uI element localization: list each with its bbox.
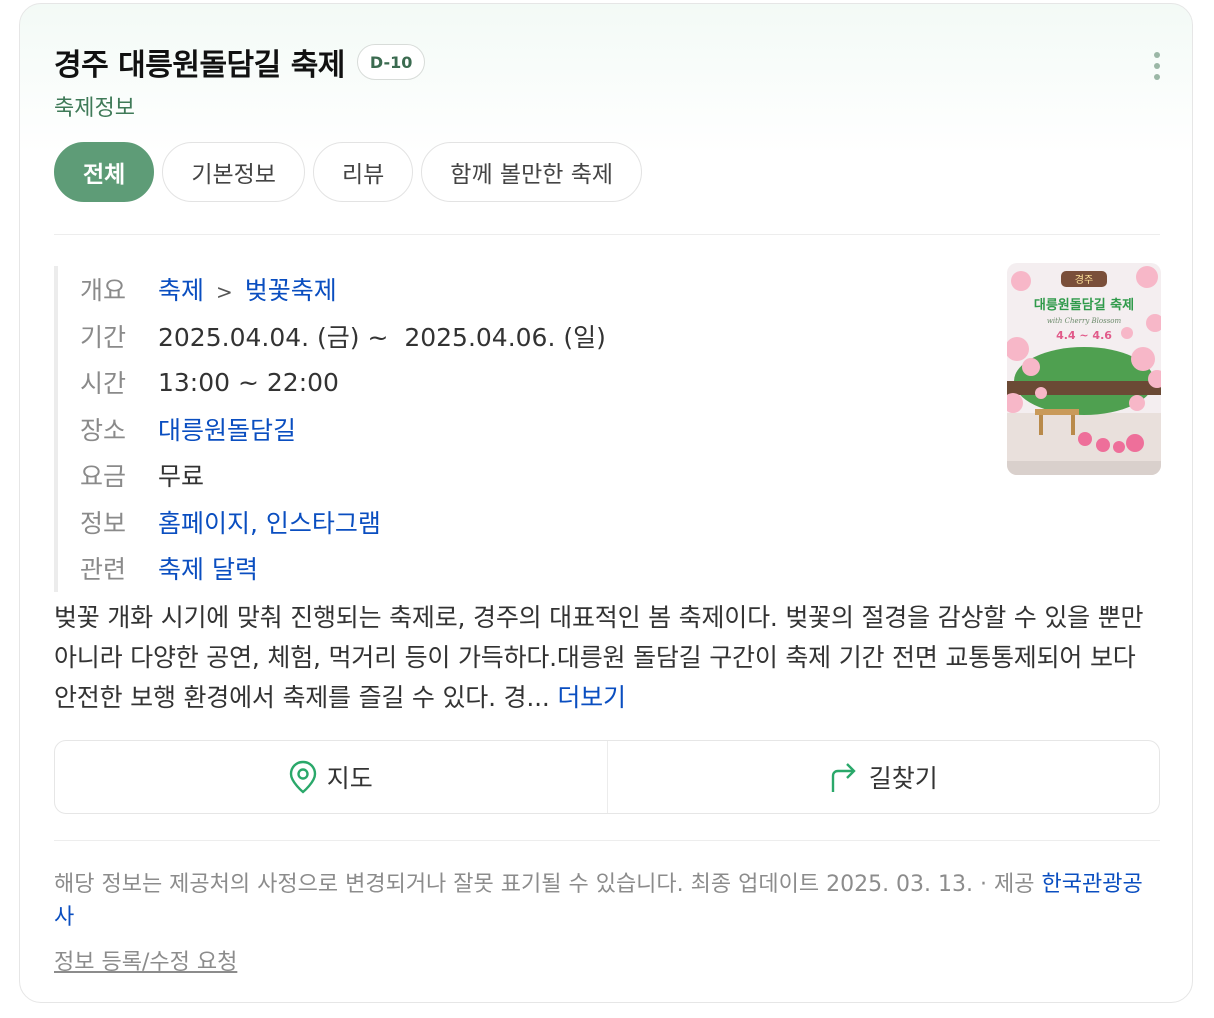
info-edit-request-link[interactable]: 정보 등록/수정 요청: [54, 944, 237, 976]
map-button[interactable]: 지도: [55, 741, 607, 813]
more-options-icon[interactable]: [1152, 52, 1162, 80]
tab-all[interactable]: 전체: [54, 142, 155, 202]
dot-separator: ·: [973, 872, 995, 897]
info-label: 기간: [80, 322, 127, 352]
notice-text: 해당 정보는 제공처의 사정으로 변경되거나 잘못 표기될 수 있습니다. 최종…: [54, 872, 974, 897]
info-row-place: 장소 대릉원돌담길: [58, 406, 698, 453]
subcategory-link[interactable]: 벚꽃축제: [245, 276, 337, 305]
info-label: 정보: [80, 508, 127, 538]
poster-title: 대릉원돌담길 축제: [1034, 297, 1134, 313]
info-label: 장소: [80, 415, 127, 445]
festival-description: 벚꽃 개화 시기에 맞춰 진행되는 축제로, 경주의 대표적인 봄 축제이다. …: [54, 598, 1164, 718]
directions-arrow-icon: [831, 763, 856, 792]
festival-title[interactable]: 경주 대릉원돌담길 축제: [54, 40, 345, 84]
title-row: 경주 대릉원돌담길 축제 D-10: [54, 40, 426, 84]
info-value: 축제 > 벚꽃축제: [158, 271, 337, 307]
divider: [54, 234, 1160, 235]
tab-bar: 전체 기본정보 리뷰 함께 볼만한 축제: [54, 142, 643, 202]
tab-reviews[interactable]: 리뷰: [312, 142, 414, 202]
read-more-link[interactable]: 더보기: [557, 683, 626, 712]
fee-value: 무료: [158, 462, 205, 492]
action-bar: 지도 길찾기: [54, 740, 1160, 814]
info-row-period: 기간 2025.04.04. (금) ~ 2025.04.06. (일): [58, 313, 698, 360]
info-label: 요금: [80, 462, 127, 492]
info-label: 개요: [80, 276, 127, 306]
period-value: 2025.04.04. (금) ~ 2025.04.06. (일): [158, 322, 606, 352]
directions-button[interactable]: 길찾기: [606, 741, 1160, 813]
info-value: 홈페이지, 인스타그램: [158, 504, 381, 540]
provider-prefix: 제공: [994, 872, 1035, 897]
poster-script-text: with Cherry Blossom: [1047, 317, 1122, 325]
tab-related-festivals[interactable]: 함께 볼만한 축제: [421, 142, 643, 202]
time-value: 13:00 ~ 22:00: [158, 367, 339, 397]
poster-dates: 4.4 ~ 4.6: [1056, 329, 1112, 342]
info-row-fee: 요금 무료: [58, 452, 698, 499]
update-notice: 해당 정보는 제공처의 사정으로 변경되거나 잘못 표기될 수 있습니다. 최종…: [54, 868, 1154, 934]
tab-basic-info[interactable]: 기본정보: [162, 142, 305, 202]
directions-label: 길찾기: [868, 764, 938, 793]
info-label: 관련: [80, 555, 127, 585]
info-row-links: 정보 홈페이지, 인스타그램: [58, 499, 698, 546]
place-link[interactable]: 대릉원돌담길: [158, 411, 296, 447]
info-row-overview: 개요 축제 > 벚꽃축제: [58, 266, 698, 313]
festival-calendar-link[interactable]: 축제 달력: [158, 550, 258, 586]
info-row-related: 관련 축제 달력: [58, 545, 698, 592]
info-row-time: 시간 13:00 ~ 22:00: [58, 359, 698, 406]
info-label: 시간: [80, 369, 127, 399]
info-list: 개요 축제 > 벚꽃축제 기간 2025.04.04. (금) ~ 2025.04.…: [54, 266, 698, 592]
link-separator: ,: [250, 508, 258, 538]
breadcrumb-separator: >: [216, 280, 233, 305]
dday-badge: D-10: [356, 44, 426, 80]
category-link[interactable]: 축제: [158, 276, 204, 305]
instagram-link[interactable]: 인스타그램: [266, 509, 381, 538]
map-pin-icon: [289, 760, 316, 794]
festival-poster-image[interactable]: 경주 대릉원돌담길 축제 with Cherry Blossom 4.4 ~ 4…: [1007, 263, 1161, 475]
festival-card: 경주 대릉원돌담길 축제 D-10 축제정보 전체 기본정보 리뷰 함께 볼만한…: [19, 3, 1193, 1003]
subtitle: 축제정보: [54, 96, 135, 121]
poster-top-text: 경주: [1075, 273, 1093, 286]
homepage-link[interactable]: 홈페이지: [158, 509, 250, 538]
divider: [54, 840, 1160, 841]
map-label: 지도: [326, 764, 373, 793]
